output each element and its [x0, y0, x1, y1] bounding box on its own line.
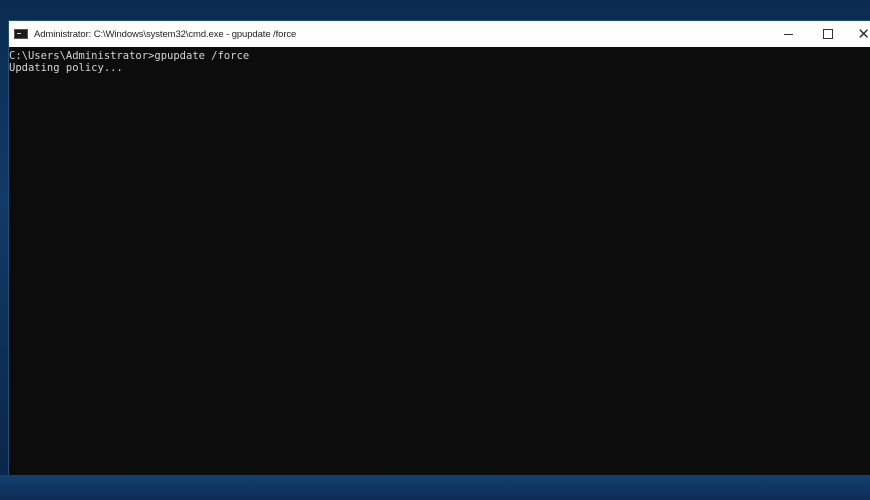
maximize-button[interactable] — [808, 21, 848, 47]
window-title: Administrator: C:\Windows\system32\cmd.e… — [34, 28, 297, 40]
window-titlebar[interactable]: Administrator: C:\Windows\system32\cmd.e… — [9, 21, 870, 47]
close-icon: ✕ — [857, 26, 870, 43]
cmd-window[interactable]: Administrator: C:\Windows\system32\cmd.e… — [9, 21, 870, 475]
minimize-button[interactable] — [768, 21, 808, 47]
minimize-icon — [783, 33, 793, 35]
close-button[interactable]: ✕ — [848, 21, 870, 47]
console-line-command: C:\Users\Administrator>gpupdate /force — [9, 50, 250, 62]
taskbar — [0, 475, 870, 500]
window-controls: ✕ — [768, 21, 870, 47]
cmd-app-icon[interactable] — [14, 29, 28, 39]
console-output[interactable]: C:\Users\Administrator>gpupdate /force U… — [9, 47, 870, 475]
maximize-icon — [823, 29, 833, 39]
console-line-status: Updating policy... — [9, 61, 123, 74]
